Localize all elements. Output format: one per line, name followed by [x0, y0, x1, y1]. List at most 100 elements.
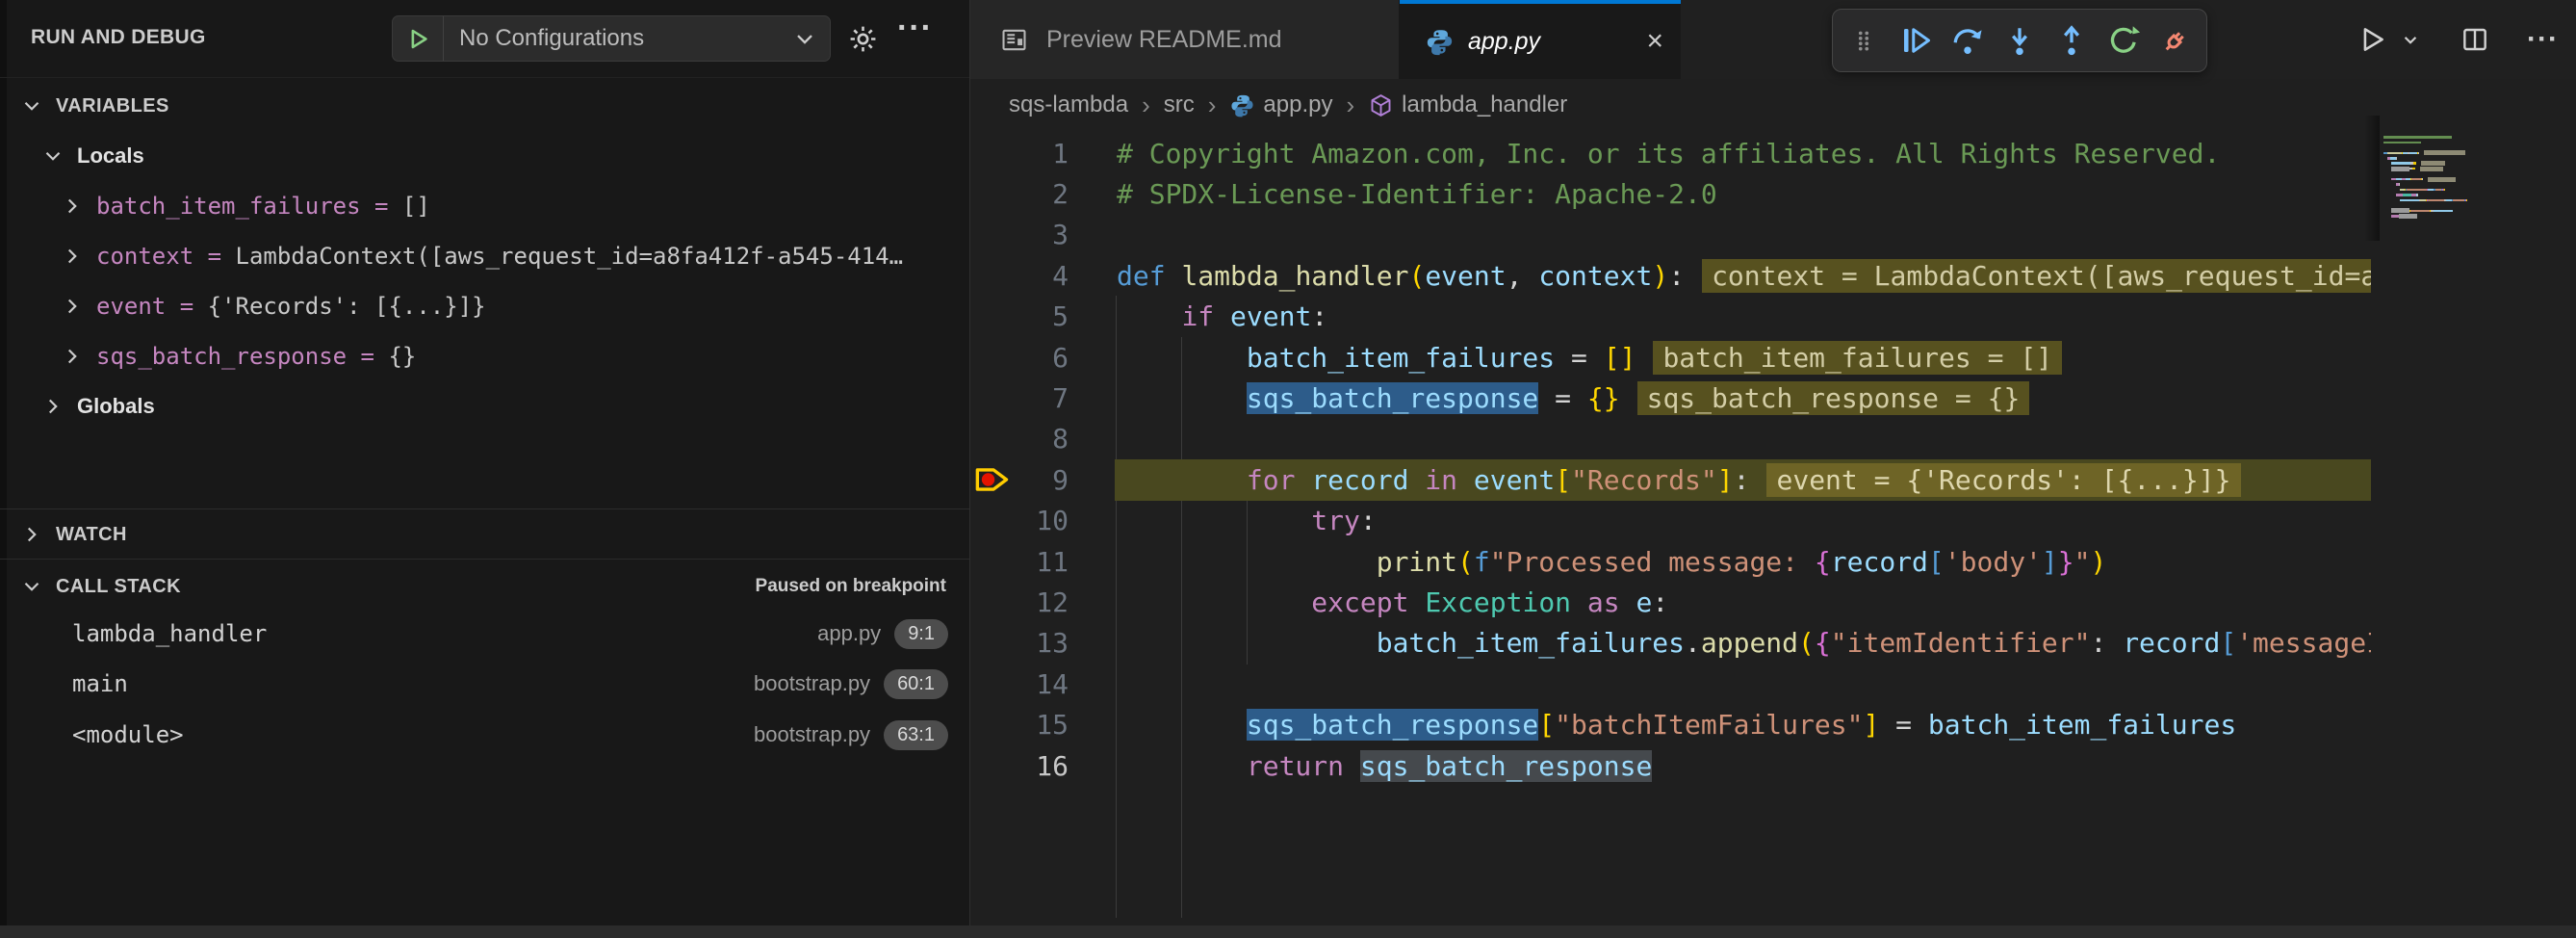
inline-debug-value: event = {'Records': [{...}]} [1766, 463, 2240, 497]
tab-preview-readme[interactable]: Preview README.md [970, 0, 1400, 79]
code-token [1117, 709, 1247, 741]
code-line-12[interactable]: 12 except Exception as e: [970, 582, 2371, 622]
variables-section-header[interactable]: VARIABLES [0, 81, 969, 131]
code-token: record [1831, 546, 1928, 578]
stack-frame-row[interactable]: mainbootstrap.py60:1 [0, 659, 969, 709]
editor-actions: ··· [2356, 0, 2576, 79]
debug-toolbar [1832, 9, 2207, 72]
breadcrumb-item-sqs-lambda[interactable]: sqs-lambda [1009, 91, 1128, 118]
start-debugging-icon[interactable] [393, 16, 444, 61]
code-token: : [1734, 464, 1750, 496]
variable-row[interactable]: batch_item_failures = [] [0, 181, 969, 231]
debug-configurations-dropdown[interactable]: No Configurations [392, 15, 831, 62]
code-token: sqs_batch_response [1247, 709, 1538, 741]
code-line-13[interactable]: 13 batch_item_failures.append({"itemIden… [970, 623, 2371, 664]
code-line-4[interactable]: 4def lambda_handler(event, context):cont… [970, 255, 2371, 296]
chevron-right-icon [40, 394, 65, 419]
gear-icon[interactable] [847, 23, 879, 55]
breadcrumb-label: src [1164, 91, 1195, 118]
variable-row[interactable]: sqs_batch_response = {} [0, 331, 969, 381]
code-token [1117, 627, 1377, 659]
step-out-button[interactable] [2052, 17, 2091, 64]
close-icon[interactable]: × [1646, 27, 1663, 56]
stack-frame-row[interactable]: <module>bootstrap.py63:1 [0, 710, 969, 760]
disconnect-button[interactable] [2156, 17, 2195, 64]
current-step-arrow-icon[interactable] [970, 459, 1015, 500]
step-into-button[interactable] [2000, 17, 2039, 64]
code-line-11[interactable]: 11 print(f"Processed message: {record['b… [970, 541, 2371, 582]
tab-label: app.py [1468, 28, 1540, 56]
line-number: 15 [1015, 709, 1069, 741]
code-token: batch_item_failures [1377, 627, 1685, 659]
editor-more-actions-icon[interactable]: ··· [2527, 23, 2559, 56]
code-token: } [2058, 546, 2074, 578]
gutter-glyph [970, 378, 1015, 418]
code-token: batch_item_failures [1247, 342, 1555, 374]
code-token: 'body' [1945, 546, 2042, 578]
minimap-line [2383, 177, 2456, 182]
code-line-7[interactable]: 7 sqs_batch_response = {}sqs_batch_respo… [970, 378, 2371, 418]
drag-handle-icon[interactable] [1844, 17, 1883, 64]
code-token: record [1311, 464, 1408, 496]
scope-label: Globals [77, 394, 155, 419]
tab-app-py[interactable]: app.py × [1400, 0, 1681, 79]
call-stack-section-label: CALL STACK [56, 576, 181, 598]
scope-row-locals[interactable]: Locals [0, 131, 969, 181]
variable-row[interactable]: event = {'Records': [{...}]} [0, 281, 969, 331]
code-line-1[interactable]: 1# Copyright Amazon.com, Inc. or its aff… [970, 133, 2371, 173]
code-line-3[interactable]: 3 [970, 215, 2371, 255]
line-number: 11 [1015, 546, 1069, 578]
run-dropdown-chevron-icon[interactable] [2398, 27, 2423, 52]
watch-section-header[interactable]: WATCH [0, 508, 969, 560]
code-token: sqs_batch_response [1247, 382, 1538, 414]
line-number: 8 [1015, 423, 1069, 455]
code-editor[interactable]: 1# Copyright Amazon.com, Inc. or its aff… [970, 131, 2576, 925]
breadcrumb-label: lambda_handler [1402, 91, 1567, 118]
code-token: ( [1457, 546, 1474, 578]
minimap-line [2383, 188, 2445, 193]
code-line-15[interactable]: 15 sqs_batch_response["batchItemFailures… [970, 705, 2371, 745]
symbol-method-icon [1368, 92, 1394, 118]
sidebar-more-actions-icon[interactable]: ··· [897, 10, 933, 47]
run-and-debug-sidebar: RUN AND DEBUG No Configurations ··· VARI… [0, 0, 970, 938]
minimap-line [2383, 208, 2453, 213]
code-token: sqs_batch_response [1360, 750, 1652, 782]
code-token: ( [1408, 260, 1425, 292]
code-line-16[interactable]: 16 return sqs_batch_response [970, 745, 2371, 786]
code-token: # Copyright Amazon.com, Inc. or its affi… [1117, 138, 2220, 169]
gutter-glyph [970, 297, 1015, 337]
code-line-10[interactable]: 10 try: [970, 501, 2371, 541]
gutter-glyph [970, 664, 1015, 704]
code-token: : [1668, 260, 1685, 292]
breadcrumb-item-lambda-handler[interactable]: lambda_handler [1368, 91, 1567, 118]
frame-position-badge: 63:1 [884, 720, 948, 750]
editor-group: Preview README.md app.py × [970, 0, 2576, 938]
frame-file: bootstrap.py [754, 671, 870, 696]
call-stack-section-header[interactable]: CALL STACK Paused on breakpoint [0, 559, 969, 613]
code-line-8[interactable]: 8 [970, 419, 2371, 459]
code-token: record [2123, 627, 2220, 659]
code-token: "Records" [1571, 464, 1717, 496]
line-number: 2 [1015, 178, 1069, 210]
breadcrumb-item-app-py[interactable]: app.py [1229, 91, 1332, 118]
code-token: f [1474, 546, 1490, 578]
step-over-button[interactable] [1948, 17, 1987, 64]
code-line-9[interactable]: 9 for record in event["Records"]:event =… [970, 459, 2371, 500]
code-token [1117, 505, 1311, 536]
scope-row-globals[interactable]: Globals [0, 381, 969, 431]
breadcrumb-item-src[interactable]: src [1164, 91, 1195, 118]
stack-frame-row[interactable]: lambda_handlerapp.py9:1 [0, 609, 969, 659]
code-line-2[interactable]: 2# SPDX-License-Identifier: Apache-2.0 [970, 173, 2371, 214]
code-line-6[interactable]: 6 batch_item_failures = []batch_item_fai… [970, 337, 2371, 378]
variable-row[interactable]: context = LambdaContext([aws_request_id=… [0, 231, 969, 281]
window-bottom-edge [0, 925, 2576, 938]
continue-button[interactable] [1896, 17, 1935, 64]
chevron-right-icon [60, 294, 85, 319]
split-editor-icon[interactable] [2460, 24, 2490, 55]
minimap-line [2383, 161, 2445, 166]
restart-button[interactable] [2104, 17, 2143, 64]
code-line-5[interactable]: 5 if event: [970, 297, 2371, 337]
minimap[interactable] [2378, 121, 2576, 227]
code-line-14[interactable]: 14 [970, 664, 2371, 704]
run-python-file-icon[interactable] [2356, 23, 2388, 56]
